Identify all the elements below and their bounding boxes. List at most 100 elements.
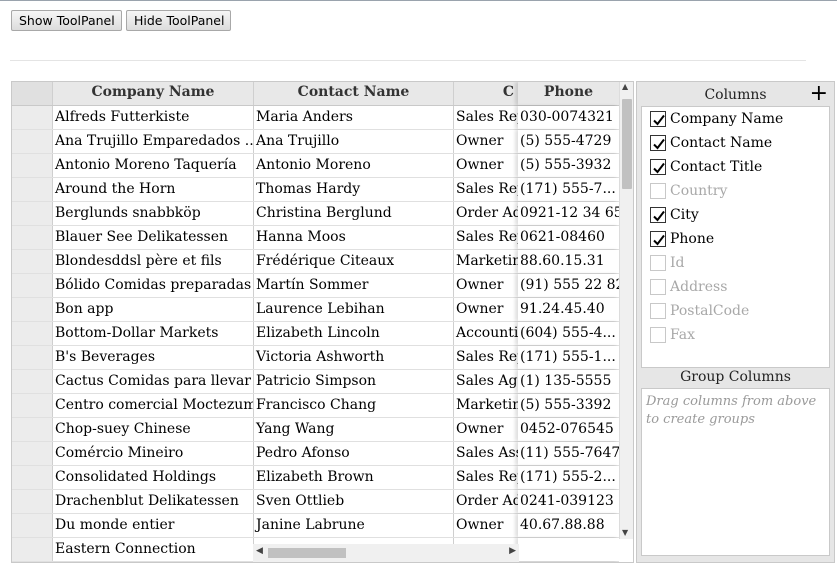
scroll-right-icon[interactable]: ▶ [509, 546, 516, 556]
cell-contact-name[interactable]: Yang Wang [253, 418, 453, 441]
table-row[interactable]: Ana Trujillo Emparedados ... Ana Trujillo… [12, 130, 619, 154]
column-toggle-item[interactable]: Fax [642, 323, 829, 347]
cell-company-name[interactable]: Comércio Mineiro [53, 442, 253, 465]
cell-contact-title[interactable]: Owner [453, 418, 520, 441]
cell-phone[interactable]: (11) 555-7647 [518, 442, 619, 465]
cell-contact-name[interactable]: Victoria Ashworth [253, 346, 453, 369]
column-toggle-item[interactable]: City [642, 203, 829, 227]
row-selector[interactable] [12, 130, 53, 153]
cell-company-name[interactable]: Eastern Connection [53, 538, 253, 561]
cell-phone[interactable]: 88.60.15.31 [518, 250, 619, 273]
cell-contact-name[interactable]: Elizabeth Lincoln [253, 322, 453, 345]
table-row[interactable]: Alfreds FutterkisteMaria AndersSales Rep… [12, 106, 619, 130]
cell-contact-title[interactable]: Order Administrator [453, 490, 520, 513]
table-row[interactable]: Comércio MineiroPedro AfonsoSales Associ… [12, 442, 619, 466]
table-row[interactable]: Berglunds snabbköp Christina Berglund Orde… [12, 202, 619, 226]
hide-toolpanel-button[interactable]: Hide ToolPanel [126, 10, 231, 31]
cell-contact-title[interactable]: Sales Associate [453, 442, 520, 465]
cell-phone[interactable]: (171) 555-2... [518, 466, 619, 489]
cell-contact-title[interactable]: Sales Representative [453, 226, 520, 249]
cell-contact-title[interactable]: Sales Agent [453, 370, 520, 393]
column-toggle-item[interactable]: Id [642, 251, 829, 275]
cell-company-name[interactable]: Ana Trujillo Emparedados ... [53, 130, 253, 153]
row-selector[interactable] [12, 490, 53, 513]
header-contact-title[interactable]: C [453, 82, 520, 105]
cell-contact-title[interactable]: Sales Representative [453, 466, 520, 489]
row-selector[interactable] [12, 322, 53, 345]
cell-company-name[interactable]: Alfreds Futterkiste [53, 106, 253, 129]
header-contact-name[interactable]: Contact Name [253, 82, 453, 105]
cell-phone[interactable]: (5) 555-3932 [518, 154, 619, 177]
cell-contact-title[interactable]: Marketing Manager [453, 250, 520, 273]
show-toolpanel-button[interactable]: Show ToolPanel [11, 10, 122, 31]
cell-company-name[interactable]: Chop-suey Chinese [53, 418, 253, 441]
cell-company-name[interactable]: Drachenblut Delikatessen [53, 490, 253, 513]
cell-contact-name[interactable]: Ana Trujillo [253, 130, 453, 153]
plus-icon[interactable]: + [810, 82, 828, 106]
row-selector[interactable] [12, 418, 53, 441]
cell-contact-name[interactable]: Frédérique Citeaux [253, 250, 453, 273]
table-row[interactable]: Antonio Moreno Taquería Antonio Moreno Own… [12, 154, 619, 178]
cell-company-name[interactable]: Bottom-Dollar Markets [53, 322, 253, 345]
checkbox-checked-icon[interactable] [650, 135, 666, 151]
vertical-scrollbar[interactable]: ▲ ▼ [619, 82, 633, 539]
cell-phone[interactable]: 40.67.88.88 [518, 514, 619, 537]
horizontal-scrollbar[interactable]: ◀ ▶ [253, 544, 519, 562]
table-row[interactable]: Bon app Laurence Lebihan Owner 91.24.45.40 [12, 298, 619, 322]
row-selector[interactable] [12, 370, 53, 393]
cell-phone[interactable]: (1) 135-5555 [518, 370, 619, 393]
checkbox-unchecked-icon[interactable] [650, 327, 666, 343]
cell-phone[interactable] [518, 538, 619, 561]
cell-contact-title[interactable]: Owner [453, 154, 520, 177]
cell-contact-title[interactable]: Owner [453, 298, 520, 321]
checkbox-unchecked-icon[interactable] [650, 183, 666, 199]
table-row[interactable]: Chop-suey Chinese Yang Wang Owner 0452-0765… [12, 418, 619, 442]
scroll-up-icon[interactable]: ▲ [622, 82, 628, 91]
column-toggle-item[interactable]: Contact Title [642, 155, 829, 179]
table-row[interactable]: Centro comercial Moctezuma Francisco Chan… [12, 394, 619, 418]
cell-contact-name[interactable]: Thomas Hardy [253, 178, 453, 201]
column-toggle-item[interactable]: Address [642, 275, 829, 299]
table-row[interactable]: B's BeveragesVictoria AshworthSales Repr… [12, 346, 619, 370]
scroll-left-icon[interactable]: ◀ [256, 546, 263, 556]
row-selector[interactable] [12, 538, 53, 561]
cell-phone[interactable]: (171) 555-7... [518, 178, 619, 201]
column-toggle-item[interactable]: Company Name [642, 107, 829, 131]
cell-phone[interactable]: (5) 555-4729 [518, 130, 619, 153]
cell-phone[interactable]: (604) 555-4... [518, 322, 619, 345]
cell-contact-title[interactable]: Accounting Manager [453, 322, 520, 345]
cell-contact-name[interactable]: Pedro Afonso [253, 442, 453, 465]
column-toggle-item[interactable]: PostalCode [642, 299, 829, 323]
checkbox-unchecked-icon[interactable] [650, 303, 666, 319]
cell-contact-title[interactable]: Owner [453, 274, 520, 297]
cell-contact-name[interactable]: Patricio Simpson [253, 370, 453, 393]
row-selector[interactable] [12, 250, 53, 273]
cell-contact-title[interactable]: Order Administrator [453, 202, 520, 225]
cell-company-name[interactable]: Cactus Comidas para llevar [53, 370, 253, 393]
row-selector[interactable] [12, 226, 53, 249]
checkbox-checked-icon[interactable] [650, 159, 666, 175]
cell-company-name[interactable]: Consolidated Holdings [53, 466, 253, 489]
row-selector[interactable] [12, 442, 53, 465]
table-row[interactable]: Drachenblut Delikatessen Sven Ottlieb Orde… [12, 490, 619, 514]
cell-company-name[interactable]: Blauer See Delikatessen [53, 226, 253, 249]
header-phone[interactable]: Phone [518, 82, 619, 105]
cell-company-name[interactable]: Bólido Comidas preparadas [53, 274, 253, 297]
row-selector[interactable] [12, 154, 53, 177]
column-toggle-item[interactable]: Phone [642, 227, 829, 251]
cell-phone[interactable]: 0241-039123 [518, 490, 619, 513]
cell-phone[interactable]: 91.24.45.40 [518, 298, 619, 321]
cell-contact-title[interactable]: Sales Representative [453, 106, 520, 129]
table-row[interactable]: Blauer See Delikatessen Hanna Moos Sales R… [12, 226, 619, 250]
table-row[interactable]: Blondesddsl père et fils Frédérique Citea… [12, 250, 619, 274]
checkbox-checked-icon[interactable] [650, 111, 666, 127]
cell-company-name[interactable]: Around the Horn [53, 178, 253, 201]
row-selector[interactable] [12, 394, 53, 417]
header-company-name[interactable]: Company Name [53, 82, 253, 105]
table-row[interactable]: Consolidated Holdings Elizabeth Brown Sale… [12, 466, 619, 490]
row-selector[interactable] [12, 274, 53, 297]
cell-contact-name[interactable]: Martín Sommer [253, 274, 453, 297]
cell-phone[interactable]: (5) 555-3392 [518, 394, 619, 417]
column-toggle-item[interactable]: Contact Name [642, 131, 829, 155]
row-selector[interactable] [12, 466, 53, 489]
